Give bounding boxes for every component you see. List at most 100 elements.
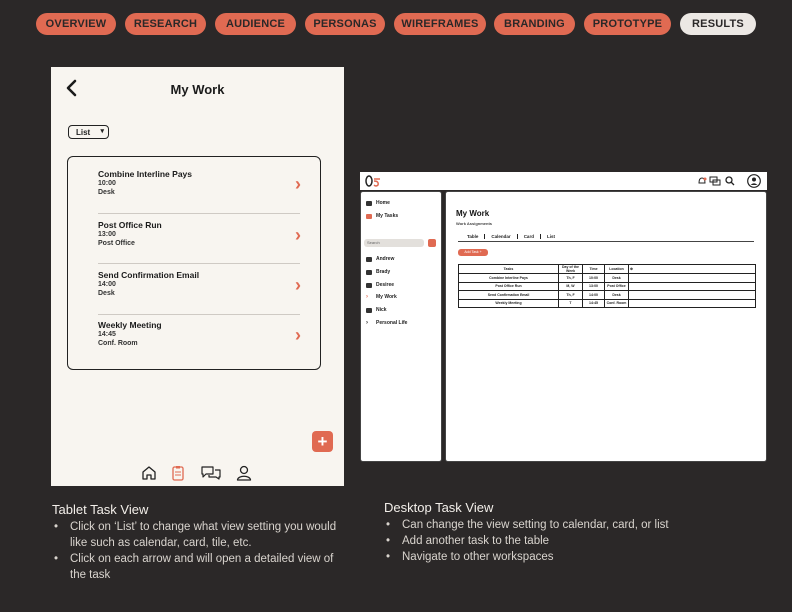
sidebar-item-home[interactable]: Home (366, 200, 390, 206)
logo-icon (365, 175, 380, 187)
sidebar-item-workspace[interactable]: Brady (366, 269, 390, 275)
table-row[interactable]: Send Confirmation Email Th, F 14:00 Desk (458, 290, 756, 300)
task-name: Weekly Meeting (98, 320, 162, 330)
list-item[interactable]: Combine Interline Pays 10:00 Desk › (98, 169, 301, 197)
sidebar-item-workspace[interactable]: Desiree (366, 282, 394, 288)
sidebar-item-workspace[interactable]: Nick (366, 307, 387, 313)
task-table: Tasks Day of the Week Time Location ⊕ Co… (458, 264, 756, 308)
page-title: My Work (170, 82, 225, 97)
tablet-caption-title: Tablet Task View (52, 502, 149, 517)
nav-tab-branding[interactable]: BRANDING (494, 13, 575, 35)
task-time: 14:00 (98, 281, 116, 288)
sidebar-item-label: Desiree (376, 282, 395, 288)
chevron-right-icon[interactable]: › (295, 276, 301, 294)
list-item: Click on ‘List’ to change what view sett… (52, 519, 342, 551)
table-cell: Post Office Run (458, 281, 559, 291)
column-header: Tasks (458, 264, 559, 274)
desktop-caption-list: Can change the view setting to calendar,… (384, 517, 684, 565)
search-icon[interactable] (725, 176, 735, 186)
desktop-caption-title: Desktop Task View (384, 500, 494, 515)
tab-calendar[interactable]: Calendar (485, 234, 518, 239)
sidebar-item-label: My Tasks (376, 213, 399, 219)
divider (98, 213, 300, 214)
tab-card[interactable]: Card (518, 234, 541, 239)
table-cell (628, 298, 756, 308)
task-location: Desk (98, 290, 115, 297)
list-item[interactable]: Send Confirmation Email 14:00 Desk › (98, 270, 301, 298)
list-item: Navigate to other workspaces (384, 549, 684, 565)
list-item: Add another task to the table (384, 533, 684, 549)
sidebar-item-label: My Work (376, 294, 397, 300)
search-input[interactable]: Search (364, 239, 424, 247)
table-cell: 14:45 (582, 298, 605, 308)
list-item[interactable]: Weekly Meeting 14:45 Conf. Room › (98, 320, 301, 348)
table-cell (628, 273, 756, 283)
task-time: 14:45 (98, 331, 116, 338)
nav-tab-overview[interactable]: OVERVIEW (36, 13, 116, 35)
task-time: 13:00 (98, 231, 116, 238)
table-cell: 13:00 (582, 281, 605, 291)
clipboard-icon[interactable] (169, 464, 187, 482)
add-workspace-button[interactable] (428, 239, 436, 247)
table-cell: Weekly Meeting (458, 298, 559, 308)
table-cell: Th, F (558, 290, 583, 300)
home-icon[interactable] (140, 464, 158, 482)
column-header: Day of the Week (558, 264, 583, 274)
table-cell: Send Confirmation Email (458, 290, 559, 300)
column-header: Location (604, 264, 629, 274)
sidebar-item-workspace[interactable]: › My Work (366, 294, 397, 300)
home-icon (366, 200, 372, 206)
task-name: Combine Interline Pays (98, 169, 192, 179)
nav-tab-wireframes[interactable]: WIREFRAMES (394, 13, 486, 35)
nav-tab-prototype[interactable]: PROTOTYPE (584, 13, 671, 35)
desktop-sidebar: Home My Tasks Search Andrew Brady Desire… (360, 191, 442, 462)
add-task-button[interactable]: Add Task + (458, 249, 488, 256)
list-item[interactable]: Post Office Run 13:00 Post Office › (98, 220, 301, 248)
sidebar-item-workspace[interactable]: › Personal Life (366, 320, 407, 326)
column-header: Time (582, 264, 605, 274)
table-cell: Conf. Room (604, 298, 629, 308)
bell-icon[interactable] (697, 176, 707, 186)
chevron-right-icon[interactable]: › (295, 326, 301, 344)
table-row[interactable]: Combine Interline Pays Th, F 10:00 Desk (458, 273, 756, 283)
sidebar-item-my-tasks[interactable]: My Tasks (366, 213, 398, 219)
table-cell: Post Office (604, 281, 629, 291)
tablet-caption-list: Click on ‘List’ to change what view sett… (52, 519, 342, 583)
desktop-main: My Work Work Assignments Table Calendar … (445, 191, 767, 462)
desktop-top-bar (360, 172, 767, 190)
tab-table[interactable]: Table (461, 234, 486, 239)
folder-icon (366, 307, 372, 313)
nav-tab-results[interactable]: RESULTS (680, 13, 756, 35)
table-cell: 10:00 (582, 273, 605, 283)
chevron-right-icon[interactable]: › (295, 175, 301, 193)
desktop-screen: Home My Tasks Search Andrew Brady Desire… (360, 172, 767, 462)
table-cell (628, 281, 756, 291)
view-tabs: Table Calendar Card List (461, 234, 561, 239)
list-item: Click on each arrow and will open a deta… (52, 551, 342, 583)
nav-tab-audience[interactable]: AUDIENCE (215, 13, 296, 35)
chat-icon[interactable] (709, 176, 721, 186)
table-row[interactable]: Weekly Meeting T 14:45 Conf. Room (458, 298, 756, 308)
chevron-right-icon[interactable]: › (295, 226, 301, 244)
profile-icon[interactable] (747, 174, 761, 188)
chevron-down-icon: ▾ (100, 128, 104, 135)
sidebar-item-workspace[interactable]: Andrew (366, 256, 394, 262)
nav-tab-research[interactable]: RESEARCH (125, 13, 206, 35)
table-cell: Desk (604, 273, 629, 283)
sidebar-item-label: Nick (376, 307, 387, 313)
task-list: Combine Interline Pays 10:00 Desk › Post… (67, 156, 321, 370)
tab-list[interactable]: List (541, 234, 561, 239)
sidebar-item-label: Home (376, 200, 390, 206)
add-column-icon[interactable]: ⊕ (628, 264, 756, 274)
table-row[interactable]: Post Office Run M, W 13:00 Post Office (458, 281, 756, 291)
chat-icon[interactable] (200, 464, 222, 482)
profile-icon[interactable] (235, 464, 253, 482)
folder-icon (366, 256, 372, 262)
add-task-button[interactable]: + (312, 431, 333, 452)
page-subtitle: Work Assignments (456, 221, 493, 226)
nav-tab-personas[interactable]: PERSONAS (305, 13, 385, 35)
chevron-right-icon: › (366, 294, 368, 300)
table-cell: 14:00 (582, 290, 605, 300)
view-select[interactable]: List ▾ (68, 125, 109, 139)
table-cell: M, W (558, 281, 583, 291)
